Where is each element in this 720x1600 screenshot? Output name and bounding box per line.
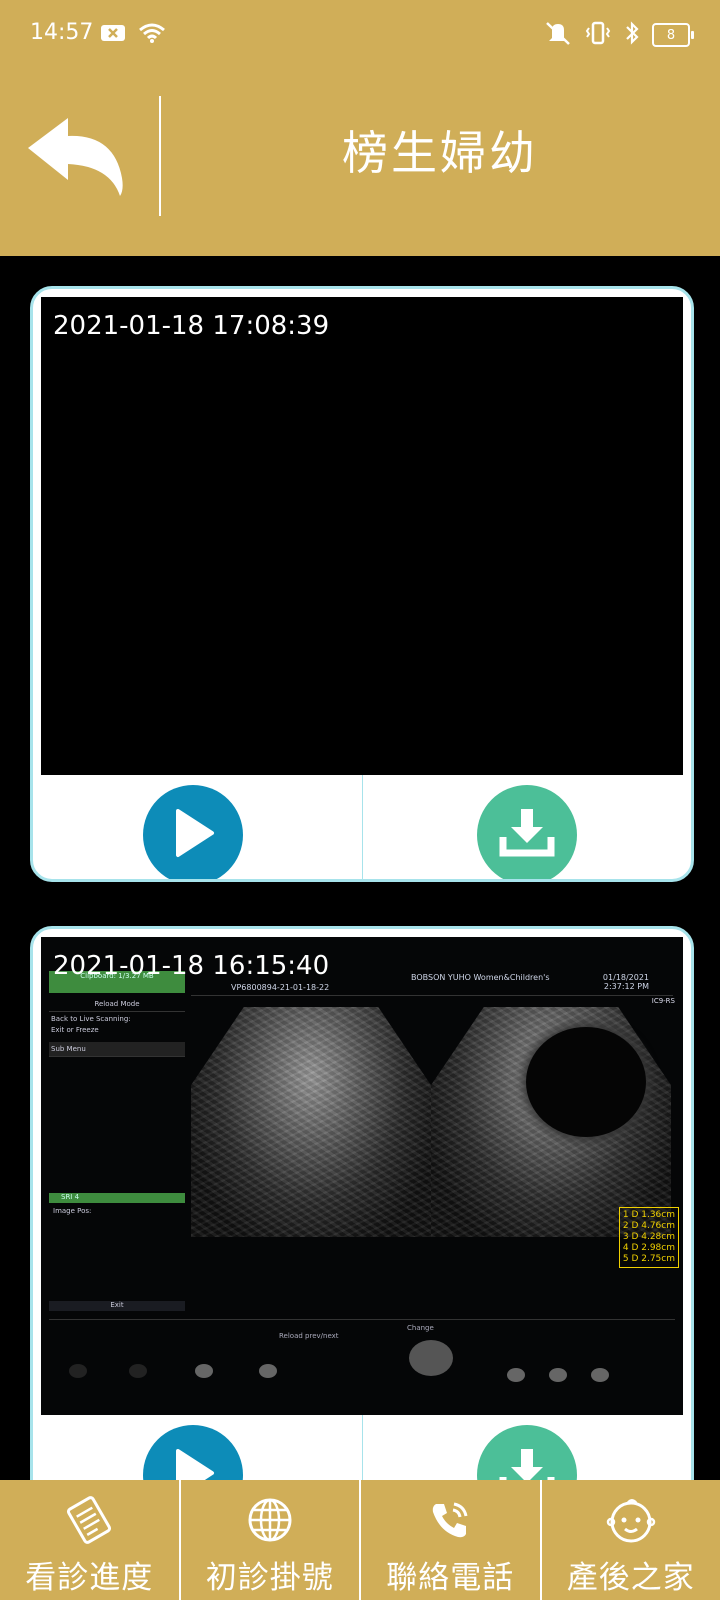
scan-view-right [431, 1007, 671, 1237]
clipboard-list-icon [63, 1494, 115, 1546]
download-button[interactable] [477, 1425, 577, 1480]
battery-icon: 8 [652, 23, 694, 47]
scan-view-left [191, 1007, 431, 1237]
nav-postpartum-home[interactable]: 產後之家 [539, 1480, 720, 1600]
download-icon [499, 807, 555, 863]
back-arrow-icon [22, 118, 134, 208]
nav-label: 產後之家 [566, 1560, 695, 1596]
globe-icon [244, 1494, 296, 1546]
nav-label: 看診進度 [25, 1560, 154, 1596]
baby-face-icon [605, 1494, 657, 1546]
video-thumbnail[interactable]: 2021-01-18 17:08:39 [41, 297, 683, 775]
status-time: 14:57 [30, 20, 94, 45]
bluetooth-icon [624, 20, 640, 50]
download-icon [499, 1447, 555, 1480]
wifi-icon [138, 22, 166, 48]
video-actions [33, 775, 691, 879]
status-bar: 14:57 8 [0, 0, 720, 72]
video-card: 2021-01-18 17:08:39 [30, 286, 694, 882]
notification-icon [100, 23, 126, 47]
mute-icon [544, 20, 572, 50]
video-thumbnail[interactable]: 2021-01-18 16:15:40 Clipboard: 1/3.27 MB… [41, 937, 683, 1415]
ultrasound-image: Clipboard: 1/3.27 MB Reload Mode Back to… [41, 937, 683, 1415]
video-list[interactable]: 2021-01-18 17:08:39 2021-01-18 16:15:40 … [0, 256, 720, 1480]
video-timestamp: 2021-01-18 16:15:40 [53, 951, 330, 981]
video-actions [33, 1415, 691, 1480]
measurement-list: 1 D 1.36cm 2 D 4.76cm 3 D 4.28cm 4 D 2.9… [618, 1207, 679, 1268]
nav-contact-phone[interactable]: 聯絡電話 [359, 1480, 540, 1600]
play-icon [168, 1446, 218, 1480]
back-button[interactable] [22, 114, 134, 204]
ultrasound-menu: Clipboard: 1/3.27 MB Reload Mode Back to… [49, 971, 185, 1321]
video-timestamp: 2021-01-18 17:08:39 [53, 311, 330, 341]
video-card: 2021-01-18 16:15:40 Clipboard: 1/3.27 MB… [30, 926, 694, 1480]
play-button[interactable] [143, 1425, 243, 1480]
play-icon [168, 806, 218, 864]
app-header: 榜生婦幼 [0, 72, 720, 256]
download-button[interactable] [477, 785, 577, 879]
ultrasound-controls: Reload prev/next Change [49, 1319, 675, 1410]
vibrate-icon [584, 20, 612, 50]
bottom-nav: 看診進度 初診掛號 聯絡電話 產後之家 [0, 1480, 720, 1600]
nav-label: 聯絡電話 [386, 1560, 515, 1596]
nav-visit-progress[interactable]: 看診進度 [0, 1480, 179, 1600]
play-button[interactable] [143, 785, 243, 879]
phone-icon [424, 1494, 476, 1546]
page-title: 榜生婦幼 [342, 126, 538, 180]
nav-label: 初診掛號 [205, 1560, 334, 1596]
nav-first-registration[interactable]: 初診掛號 [178, 1480, 360, 1600]
